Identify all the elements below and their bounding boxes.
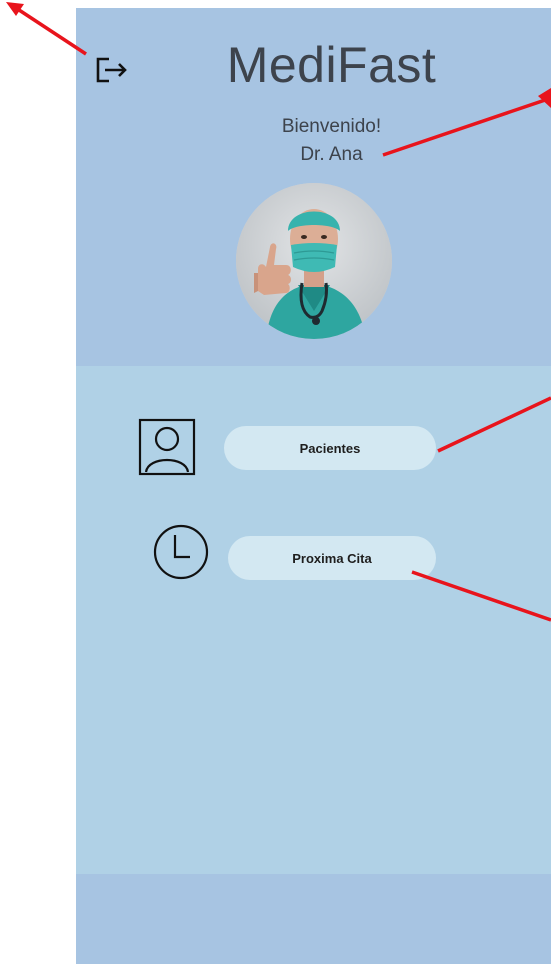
footer-bar [76,874,551,964]
welcome-text: Bienvenido! [281,116,382,137]
header: MediFast Bienvenido! Dr. Ana [76,8,551,366]
menu-section: Pacientes Proxima Cita [76,366,551,874]
phone-screen: MediFast Bienvenido! Dr. Ana Pacientes P… [76,8,551,964]
pacientes-button[interactable]: Pacientes [224,426,436,470]
arrow-head-icon [6,2,24,16]
canvas: MediFast Bienvenido! Dr. Ana Pacientes P… [0,0,551,964]
proxima-cita-button[interactable]: Proxima Cita [228,536,436,580]
app-title: MediFast [226,37,437,93]
clock-icon [153,524,209,580]
doctor-name: Dr. Ana [300,144,363,165]
doctor-photo [236,183,392,339]
avatar [236,183,392,339]
user-icon [138,418,196,476]
